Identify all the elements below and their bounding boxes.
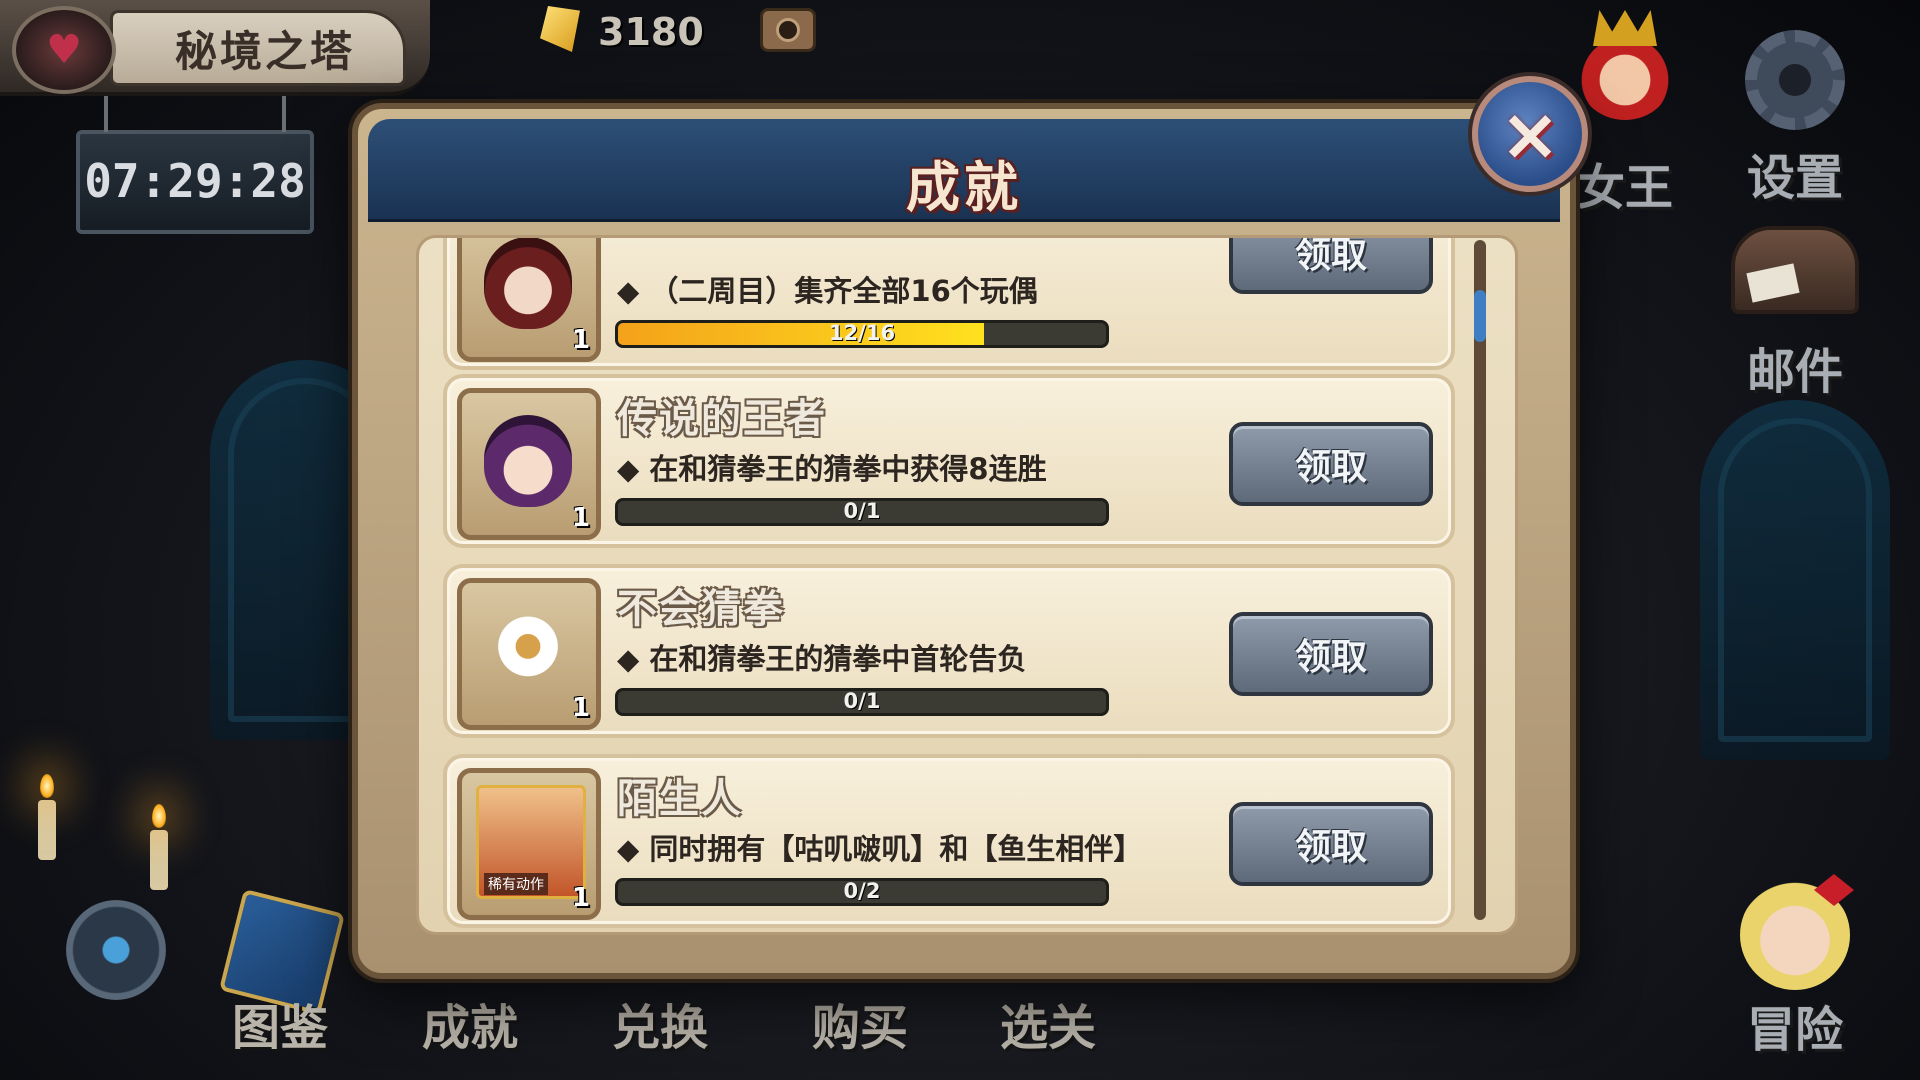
purple-hair-girl-icon bbox=[484, 415, 572, 507]
achievement-count: 1 bbox=[571, 503, 590, 533]
achievement-count: 1 bbox=[571, 693, 590, 723]
compass-icon[interactable] bbox=[66, 900, 166, 1000]
achievement-name: 陌生人 bbox=[617, 776, 743, 822]
mail-label: 邮件 bbox=[1746, 344, 1843, 400]
close-icon[interactable]: × bbox=[1472, 76, 1588, 192]
achievement-portrait: 稀有动作 1 bbox=[457, 768, 601, 920]
timer-text: 07:29:28 bbox=[84, 154, 306, 208]
bottom-menu-level-select[interactable]: 选关 bbox=[1000, 988, 1096, 1058]
achievement-name: 传说的王者 bbox=[617, 396, 827, 442]
achievement-count: 1 bbox=[571, 325, 590, 355]
achievement-progress-text: 0/1 bbox=[843, 689, 881, 713]
achievement-progress-text: 0/1 bbox=[843, 499, 881, 523]
achievement-card: 1 不会猜拳 ◆ 在和猜拳王的猜拳中首轮告负 0/1 领取 bbox=[443, 564, 1455, 738]
claim-button[interactable]: 领取 bbox=[1229, 802, 1433, 886]
bottom-menu-exchange[interactable]: 兑换 bbox=[612, 988, 708, 1058]
achievement-count: 1 bbox=[571, 883, 590, 913]
achievement-card: 1 传说的王者 ◆ 在和猜拳王的猜拳中获得8连胜 0/1 领取 bbox=[443, 374, 1455, 548]
achievement-portrait: 1 bbox=[457, 388, 601, 540]
bottom-menu-achievements[interactable]: 成就 bbox=[422, 988, 518, 1058]
achievement-progress-text: 0/2 bbox=[843, 879, 881, 903]
achievement-progress-text: 12/16 bbox=[828, 321, 896, 345]
bottom-menu-encyclopedia[interactable]: 图鉴 bbox=[232, 988, 328, 1058]
achievement-description: ◆ 在和猜拳王的猜拳中获得8连胜 bbox=[617, 452, 1047, 486]
achievement-card: 1 ◆ （二周目）集齐全部16个玩偶 12/16 领取 bbox=[443, 238, 1455, 370]
claim-button[interactable]: 领取 bbox=[1229, 238, 1433, 294]
achievement-description: ◆ 在和猜拳王的猜拳中首轮告负 bbox=[617, 642, 1027, 676]
candle-decoration bbox=[38, 774, 56, 860]
achievement-progress-bar: 0/1 bbox=[615, 498, 1109, 526]
achievement-list[interactable]: 1 ◆ （二周目）集齐全部16个玩偶 12/16 领取 1 传说的王者 ◆ 在和… bbox=[416, 235, 1518, 935]
claim-button[interactable]: 领取 bbox=[1229, 612, 1433, 696]
background-window-right bbox=[1700, 400, 1890, 760]
claim-button[interactable]: 领取 bbox=[1229, 422, 1433, 506]
achievements-modal: 成就 1 ◆ （二周目）集齐全部16个玩偶 12/16 领取 1 传说的王者 ◆… bbox=[352, 103, 1576, 979]
candle-decoration bbox=[150, 804, 168, 890]
puppet-doll-icon bbox=[484, 605, 572, 697]
mail-button[interactable]: 邮件 bbox=[1730, 226, 1860, 402]
adventure-label: 冒险 bbox=[1746, 1002, 1843, 1058]
achievement-progress-bar: 0/2 bbox=[615, 878, 1109, 906]
achievement-card: 稀有动作 1 陌生人 ◆ 同时拥有【咕叽啵叽】和【鱼生相伴】 0/2 领取 bbox=[443, 754, 1455, 928]
settings-label: 设置 bbox=[1746, 150, 1843, 206]
achievement-description: ◆ 同时拥有【咕叽啵叽】和【鱼生相伴】 bbox=[617, 832, 1143, 866]
achievement-portrait: 1 bbox=[457, 238, 601, 362]
modal-title: 成就 bbox=[906, 156, 1022, 219]
achievement-name: 不会猜拳 bbox=[617, 586, 785, 632]
adventure-character-icon bbox=[1740, 880, 1850, 990]
rare-action-badge: 稀有动作 bbox=[484, 873, 548, 895]
bottom-menu-purchase[interactable]: 购买 bbox=[812, 988, 908, 1058]
scrollbar-thumb[interactable] bbox=[1474, 290, 1486, 342]
heart-icon: ♥ bbox=[12, 6, 116, 94]
location-title: 秘境之塔 bbox=[175, 30, 356, 76]
gem-icon bbox=[540, 6, 580, 52]
scrollbar-track[interactable] bbox=[1474, 240, 1486, 920]
mailbox-icon bbox=[1731, 226, 1859, 314]
achievement-description: ◆ （二周目）集齐全部16个玩偶 bbox=[617, 274, 1038, 308]
camera-icon[interactable] bbox=[760, 8, 816, 52]
modal-header: 成就 bbox=[368, 119, 1560, 222]
doll-portrait-icon bbox=[484, 238, 572, 329]
queen-crown-icon bbox=[1575, 20, 1675, 120]
gem-count: 3180 bbox=[598, 10, 704, 54]
settings-button[interactable]: 设置 bbox=[1730, 30, 1860, 208]
timer-sign: 07:29:28 bbox=[76, 96, 314, 234]
achievement-progress-bar: 12/16 bbox=[615, 320, 1109, 348]
gear-icon bbox=[1745, 30, 1845, 130]
adventure-button[interactable]: 冒险 bbox=[1730, 880, 1860, 1060]
achievement-progress-bar: 0/1 bbox=[615, 688, 1109, 716]
achievement-portrait: 1 bbox=[457, 578, 601, 730]
